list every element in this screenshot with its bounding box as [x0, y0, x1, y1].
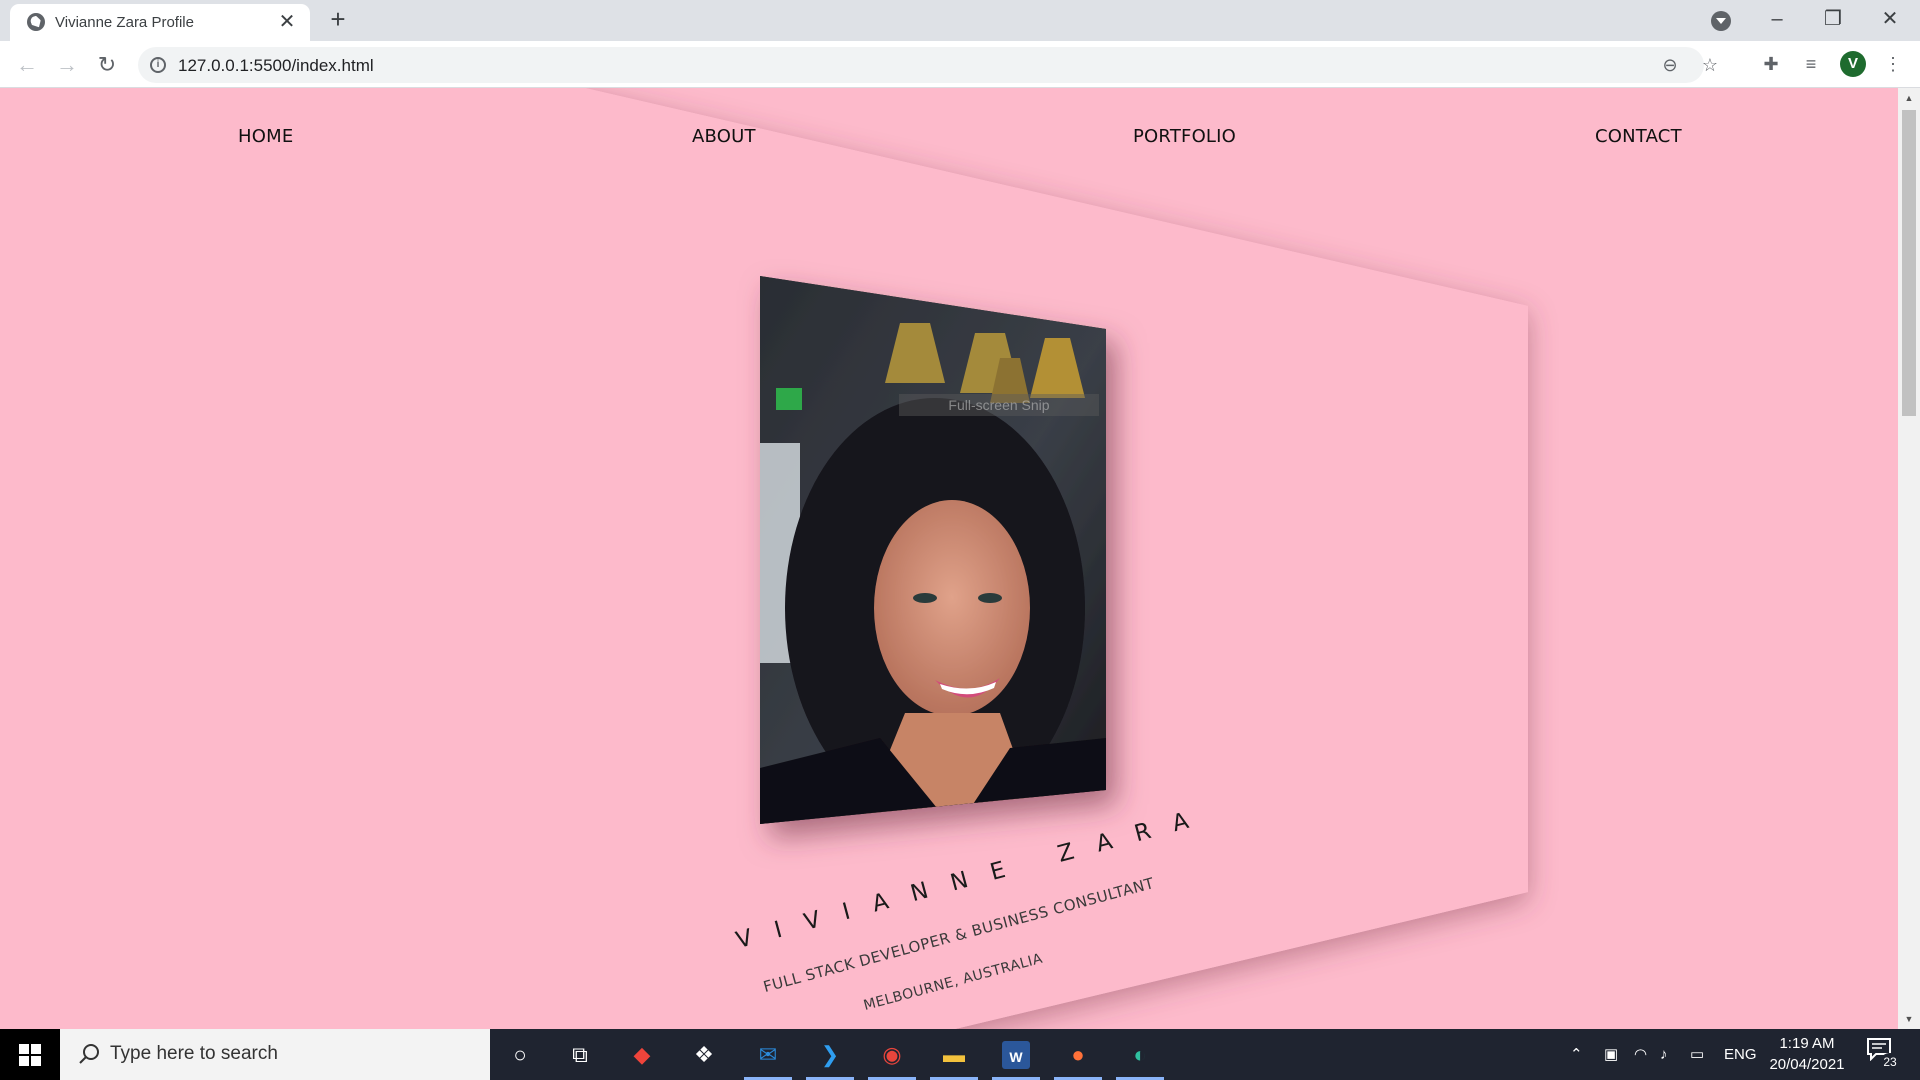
site-info-icon[interactable]: i [150, 57, 166, 73]
url-text[interactable]: 127.0.0.1:5500/index.html [178, 56, 374, 76]
start-button[interactable] [0, 1029, 60, 1080]
browser-tab-bar: Vivianne Zara Profile ✕ + – ❐ ✕ [0, 0, 1920, 41]
wifi-icon[interactable]: ◠ [1634, 1029, 1647, 1080]
page-viewport: Full-screen Snip HOME ABOUT PORTFOLIO CO… [0, 88, 1898, 1029]
nav-contact[interactable]: CONTACT [1595, 126, 1682, 147]
clock-time: 1:19 AM [1779, 1035, 1835, 1052]
firefox-icon: ● [1071, 1042, 1085, 1067]
taskbar-search[interactable]: Type here to search [60, 1029, 490, 1080]
nav-portfolio[interactable]: PORTFOLIO [1133, 126, 1236, 147]
scroll-down-icon[interactable]: ▼ [1903, 1013, 1915, 1025]
diamond-app-icon: ◆ [633, 1042, 651, 1067]
nav-home[interactable]: HOME [238, 126, 293, 147]
taskbar-clock[interactable]: 1:19 AM 20/04/2021 [1762, 1033, 1852, 1075]
search-placeholder: Type here to search [110, 1043, 278, 1064]
forward-icon[interactable]: → [52, 50, 82, 80]
task-view-button[interactable]: ⧉ [552, 1029, 608, 1080]
cortana-button[interactable]: ○ [492, 1029, 548, 1080]
vscode-icon: ❯ [820, 1042, 840, 1067]
hero-stage: Full-screen Snip HOME ABOUT PORTFOLIO CO… [0, 88, 1898, 1029]
close-tab-icon[interactable]: ✕ [276, 11, 298, 33]
profile-avatar[interactable]: V [1840, 51, 1866, 77]
folder-icon: ▬ [943, 1042, 965, 1067]
menu-icon[interactable]: ⋮ [1880, 51, 1906, 77]
new-tab-button[interactable]: + [325, 6, 351, 32]
windows-logo-icon [19, 1044, 41, 1066]
battery-icon[interactable]: ▭ [1690, 1029, 1704, 1080]
scroll-up-icon[interactable]: ▲ [1903, 92, 1915, 104]
mail-icon: ✉ [758, 1042, 778, 1067]
taskbar-app-firefox[interactable]: ● [1050, 1029, 1106, 1080]
taskbar-app-explorer[interactable]: ▬ [926, 1029, 982, 1080]
cortana-icon: ○ [513, 1042, 527, 1067]
back-icon[interactable]: ← [12, 50, 42, 80]
tray-overflow-icon[interactable]: ⌃ [1570, 1029, 1583, 1080]
taskbar-app-chrome[interactable]: ◉ [864, 1029, 920, 1080]
browser-toolbar: ← → ↻ i 127.0.0.1:5500/index.html ⊖ ☆ ✚ … [0, 41, 1920, 88]
action-center-button[interactable]: 23 [1866, 1037, 1900, 1071]
reload-icon[interactable]: ↻ [92, 50, 122, 80]
globe-icon [27, 13, 45, 31]
media-control-icon[interactable]: ≡ [1798, 51, 1824, 77]
bookmark-star-icon[interactable]: ☆ [1698, 53, 1722, 77]
word-icon: W [1002, 1041, 1030, 1069]
dropbox-icon: ❖ [694, 1042, 714, 1067]
taskbar-app-dropbox[interactable]: ❖ [676, 1029, 732, 1080]
minimize-icon[interactable]: – [1757, 4, 1797, 34]
edge-icon: ◐ [1133, 1042, 1147, 1067]
taskbar-app-vscode[interactable]: ❯ [802, 1029, 858, 1080]
zoom-icon[interactable]: ⊖ [1658, 53, 1682, 77]
extensions-icon[interactable]: ✚ [1758, 51, 1784, 77]
tab-title: Vivianne Zara Profile [55, 14, 194, 31]
tab-search-icon[interactable] [1711, 11, 1731, 31]
taskbar-app-mail[interactable]: ✉ [740, 1029, 796, 1080]
scroll-thumb[interactable] [1902, 110, 1916, 416]
browser-tab[interactable]: Vivianne Zara Profile ✕ [10, 4, 310, 41]
window-close-icon[interactable]: ✕ [1870, 4, 1910, 34]
taskbar-app-edge[interactable]: ◐ [1112, 1029, 1168, 1080]
volume-icon[interactable]: ♪ [1660, 1029, 1668, 1080]
chrome-icon: ◉ [882, 1042, 902, 1067]
page-scrollbar[interactable]: ▲ ▼ [1898, 88, 1920, 1029]
clock-date: 20/04/2021 [1769, 1056, 1845, 1073]
meet-now-icon[interactable]: ▣ [1604, 1029, 1618, 1080]
language-indicator[interactable]: ENG [1724, 1029, 1757, 1080]
taskbar-app-anydesk[interactable]: ◆ [614, 1029, 670, 1080]
task-view-icon: ⧉ [572, 1042, 588, 1067]
address-bar[interactable]: i 127.0.0.1:5500/index.html ⊖ ☆ [138, 47, 1718, 83]
restore-icon[interactable]: ❐ [1813, 4, 1853, 34]
taskbar-app-word[interactable]: W [988, 1029, 1044, 1080]
windows-taskbar: Type here to search ○ ⧉ ◆ ❖ ✉ ❯ ◉ ▬ W ● … [0, 1029, 1920, 1080]
nav-about[interactable]: ABOUT [692, 126, 756, 147]
fullscreen-snip-tooltip: Full-screen Snip [899, 394, 1099, 416]
notification-count: 23 [1880, 1053, 1900, 1071]
profile-photo [760, 276, 1106, 824]
search-icon [79, 1044, 99, 1064]
